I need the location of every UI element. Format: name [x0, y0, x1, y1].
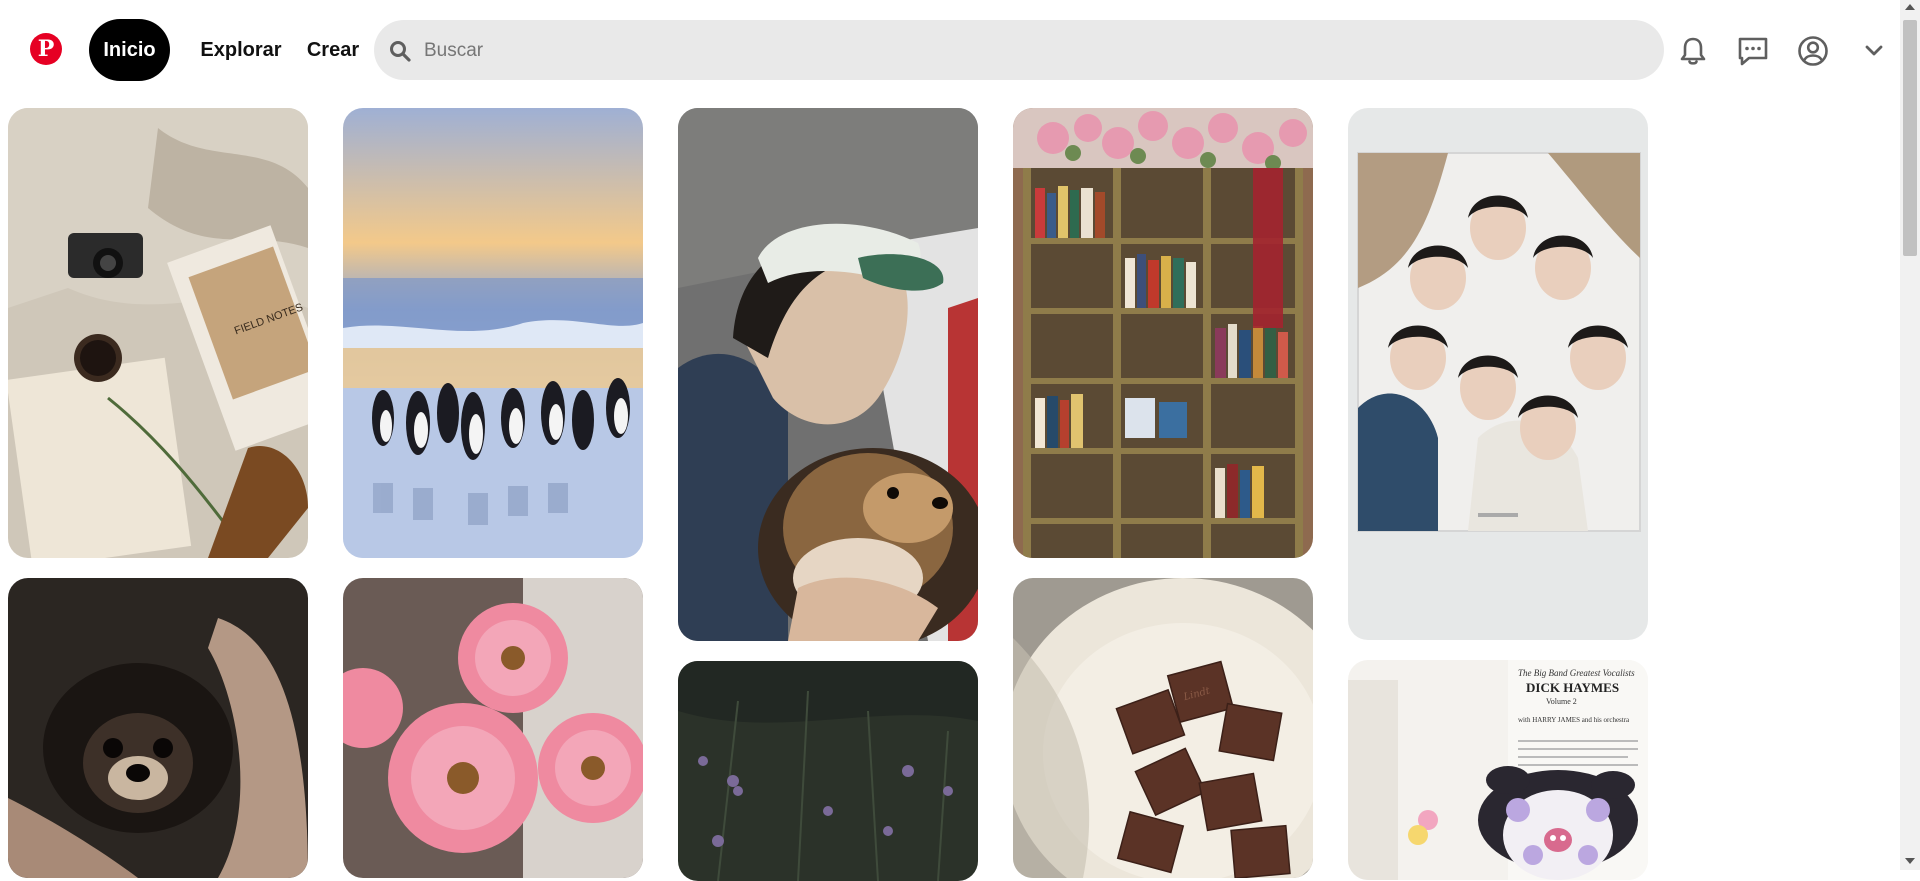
pin-image	[8, 578, 308, 878]
pin-bookshop-flowers[interactable]	[1013, 108, 1313, 558]
pin-record-kuromi[interactable]: The Big Band Greatest Vocalists DICK HAY…	[1348, 660, 1648, 880]
pin-dark-flowers[interactable]	[678, 661, 978, 881]
profile-icon[interactable]	[1795, 34, 1831, 68]
scroll-up-arrow-icon[interactable]	[1905, 4, 1915, 10]
pin-penguins-beach[interactable]	[343, 108, 643, 558]
nav-inicio-button[interactable]: Inicio	[89, 19, 170, 81]
record-with-text: with HARRY JAMES and his orchestra	[1518, 716, 1630, 724]
pin-image	[1348, 108, 1648, 640]
nav-explorar-link[interactable]: Explorar	[191, 19, 291, 81]
pin-group-circle[interactable]	[1348, 108, 1648, 640]
pin-image	[678, 661, 978, 881]
pin-image: Lindt	[1013, 578, 1313, 878]
search-bar[interactable]	[374, 20, 1664, 82]
pin-image: The Big Band Greatest Vocalists DICK HAY…	[1348, 660, 1648, 880]
search-input[interactable]	[422, 20, 1646, 82]
pin-image	[678, 108, 978, 641]
pinterest-logo-icon[interactable]: P	[30, 33, 62, 65]
nav-crear-link[interactable]: Crear	[302, 19, 364, 81]
pin-pink-gerberas[interactable]	[343, 578, 643, 878]
pin-chocolates-plate[interactable]: Lindt	[1013, 578, 1313, 878]
pin-image	[1013, 108, 1313, 558]
pin-cozy-books-camera[interactable]: FIELD NOTES	[8, 108, 308, 558]
pin-image	[343, 578, 643, 878]
chevron-down-icon[interactable]	[1856, 34, 1892, 68]
record-subtitle-text: The Big Band Greatest Vocalists	[1518, 668, 1635, 678]
message-icon[interactable]	[1735, 34, 1771, 68]
pin-boy-with-dog[interactable]	[678, 108, 978, 641]
pin-image: FIELD NOTES	[8, 108, 308, 558]
scrollbar-thumb[interactable]	[1903, 20, 1917, 256]
record-volume-text: Volume 2	[1546, 697, 1577, 706]
top-navigation-bar: P Inicio Explorar Crear	[0, 0, 1900, 100]
record-title-text: DICK HAYMES	[1526, 680, 1619, 695]
bell-icon[interactable]	[1675, 34, 1711, 68]
scroll-down-arrow-icon[interactable]	[1905, 858, 1915, 864]
search-icon	[390, 41, 411, 62]
pin-image	[343, 108, 643, 558]
pin-small-dog-hands[interactable]	[8, 578, 308, 878]
